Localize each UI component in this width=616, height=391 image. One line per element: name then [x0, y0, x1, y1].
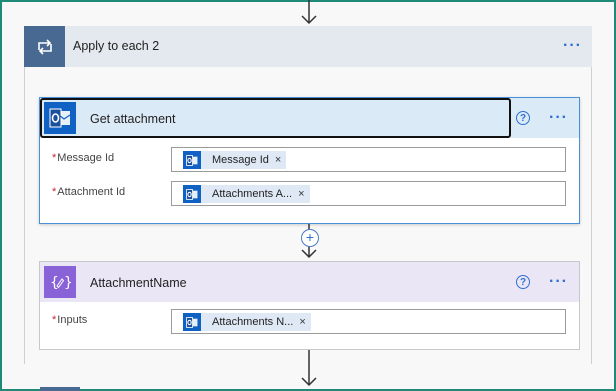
outlook-icon — [183, 313, 201, 331]
next-step-edge — [40, 387, 80, 391]
svg-text:{: { — [50, 275, 59, 291]
token-label: Attachments N... — [212, 316, 294, 328]
help-icon[interactable]: ? — [516, 275, 530, 289]
attachment-name-card: { } AttachmentName ? ··· *Inputs Attachm… — [39, 261, 580, 350]
message-id-label: *Message Id — [52, 152, 115, 164]
outlook-icon — [183, 185, 201, 203]
inputs-label: *Inputs — [52, 314, 88, 326]
attachment-id-token[interactable]: Attachments A... × — [183, 185, 310, 203]
remove-token-icon[interactable]: × — [298, 188, 304, 200]
message-id-token[interactable]: Message Id × — [183, 151, 287, 169]
add-step-button[interactable]: + — [301, 229, 319, 247]
message-id-field[interactable]: Message Id × — [171, 147, 566, 172]
apply-to-each-more-button[interactable]: ··· — [563, 38, 582, 54]
help-icon[interactable]: ? — [516, 111, 530, 125]
get-attachment-more-button[interactable]: ··· — [549, 110, 568, 126]
attachment-name-title: AttachmentName — [90, 276, 187, 290]
attachment-id-label: *Attachment Id — [52, 186, 126, 198]
variable-icon: { } — [44, 266, 76, 298]
token-label: Message Id — [212, 154, 269, 166]
inputs-field[interactable]: Attachments N... × — [171, 309, 566, 334]
attachment-id-field[interactable]: Attachments A... × — [171, 181, 566, 206]
loop-icon — [24, 26, 65, 67]
outlook-icon — [44, 102, 76, 134]
token-label: Attachments A... — [212, 188, 293, 200]
get-attachment-card: Get attachment ? ··· *Message Id Message… — [39, 97, 580, 224]
svg-text:}: } — [64, 275, 71, 291]
apply-to-each-title: Apply to each 2 — [73, 39, 160, 53]
get-attachment-title: Get attachment — [90, 112, 176, 126]
connector-arrow-bottom — [301, 350, 317, 387]
inputs-token[interactable]: Attachments N... × — [183, 313, 311, 331]
attachment-name-more-button[interactable]: ··· — [549, 274, 568, 290]
remove-token-icon[interactable]: × — [275, 154, 281, 166]
remove-token-icon[interactable]: × — [299, 316, 305, 328]
outlook-icon — [183, 151, 201, 169]
connector-arrow-top — [301, 0, 317, 25]
